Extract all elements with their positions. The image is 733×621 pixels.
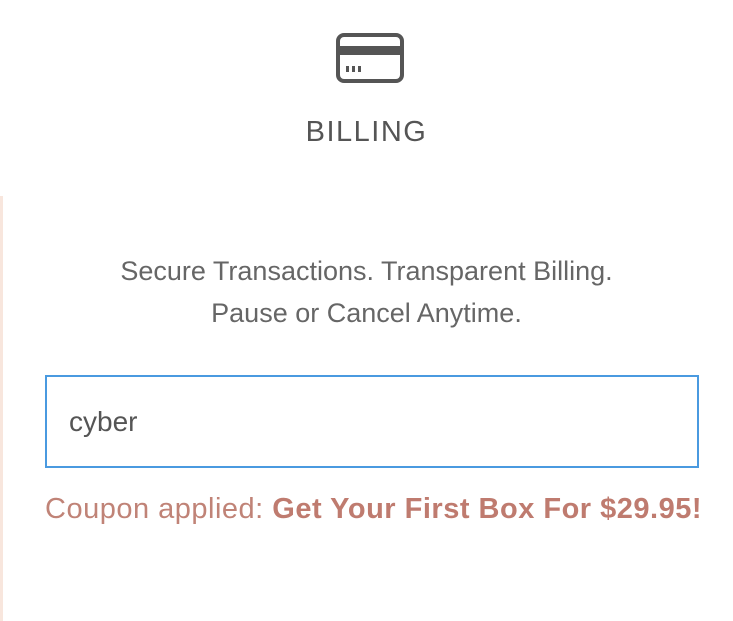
tagline-line-1: Secure Transactions. Transparent Billing… — [120, 256, 613, 286]
coupon-code-input[interactable] — [45, 375, 699, 468]
billing-tagline: Secure Transactions. Transparent Billing… — [0, 250, 733, 334]
coupon-applied-message: Coupon applied: Get Your First Box For $… — [45, 486, 705, 532]
billing-section: BILLING Secure Transactions. Transparent… — [0, 0, 733, 621]
coupon-message-prefix: Coupon applied: — [45, 493, 273, 525]
credit-card-icon — [336, 33, 404, 83]
coupon-offer-text: Get Your First Box For $29.95! — [272, 493, 703, 525]
billing-title: BILLING — [305, 116, 428, 148]
tagline-line-2: Pause or Cancel Anytime. — [211, 298, 522, 328]
